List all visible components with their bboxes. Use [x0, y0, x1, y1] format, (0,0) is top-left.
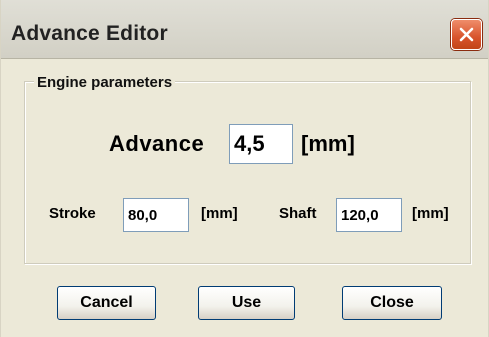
advance-input[interactable] [229, 124, 293, 164]
advance-label: Advance [109, 131, 205, 156]
title-bar[interactable]: Advance Editor [1, 0, 488, 59]
shaft-label: Shaft [279, 205, 317, 222]
engine-parameters-group [24, 81, 471, 264]
stroke-input[interactable] [123, 198, 189, 232]
advance-unit: [mm] [301, 131, 355, 156]
close-button[interactable]: Close [342, 286, 442, 320]
window-close-button[interactable] [451, 19, 482, 50]
stroke-unit: [mm] [201, 205, 238, 222]
group-legend: Engine parameters [34, 74, 176, 91]
shaft-input[interactable] [336, 198, 402, 232]
shaft-unit: [mm] [412, 205, 449, 222]
close-icon [459, 27, 474, 42]
window-title: Advance Editor [11, 22, 168, 45]
use-button[interactable]: Use [198, 286, 295, 320]
advance-editor-window: Advance Editor Engine parameters Advance… [0, 0, 489, 337]
stroke-label: Stroke [49, 205, 96, 222]
cancel-button[interactable]: Cancel [57, 286, 156, 320]
